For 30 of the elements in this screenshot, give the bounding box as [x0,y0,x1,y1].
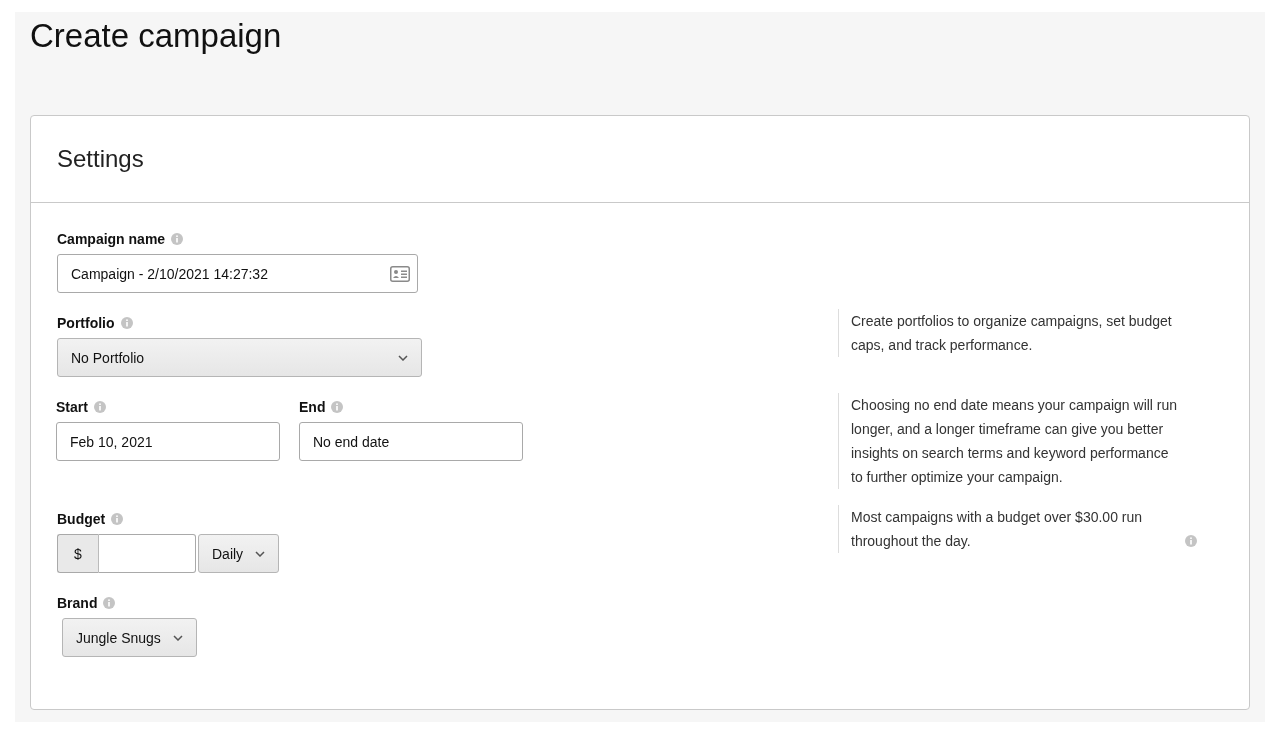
chevron-down-icon [398,354,408,361]
info-icon[interactable] [1185,535,1197,547]
info-icon[interactable] [171,233,184,245]
field-label: Portfolio [57,315,115,331]
budget-amount-field[interactable] [99,534,196,573]
hint-text: Create portfolios to organize campaigns, set budget caps, and track performance. [851,312,1173,355]
field-label: End [299,399,326,415]
portfolio-dropdown[interactable]: No Portfolio [57,338,422,377]
budget-period-dropdown[interactable]: Daily [198,534,280,573]
date-field[interactable]: No end date [299,422,523,461]
page-title: Create campaign [30,16,283,56]
currency-prefix: $ [57,534,99,573]
chevron-down-icon [255,550,266,557]
campaign-name-field[interactable]: Campaign - 2/10/2021 14:27:32 [57,254,418,293]
field-label: Budget [57,511,106,527]
brand-dropdown[interactable]: Jungle Snugs [62,618,197,657]
info-icon[interactable] [111,513,124,525]
contact-card-icon[interactable] [390,265,410,282]
field-label: Brand [57,595,98,611]
chevron-down-icon [172,634,183,641]
hint-text: Most campaigns with a budget over $30.00 run throughout the day. [851,508,1144,551]
info-icon[interactable] [103,597,116,609]
info-icon[interactable] [93,401,106,413]
hint-text: Choosing no end date means your campaign will run longer, and a longer timeframe can give you better insights on search terms and keyword performance to further optimize your campaign. [851,396,1179,487]
card-title: Settings [57,145,144,173]
field-label: Campaign name [57,231,166,247]
date-field[interactable]: Feb 10, 2021 [56,422,280,461]
info-icon[interactable] [120,317,133,329]
info-icon[interactable] [331,401,344,413]
field-label: Start [56,399,88,415]
